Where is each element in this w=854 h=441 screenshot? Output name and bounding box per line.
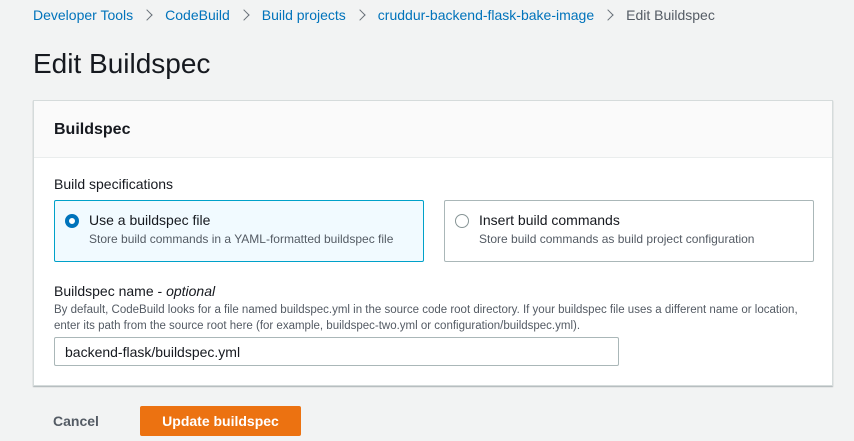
cancel-button[interactable]: Cancel — [33, 406, 119, 436]
radio-unselected-icon[interactable] — [455, 214, 469, 228]
chevron-right-icon — [602, 9, 614, 21]
page-title: Edit Buildspec — [33, 48, 211, 79]
breadcrumb-codebuild[interactable]: CodeBuild — [165, 6, 230, 24]
buildspec-name-input[interactable] — [54, 337, 619, 366]
update-buildspec-button[interactable]: Update buildspec — [140, 406, 301, 436]
optional-tag: optional — [166, 283, 216, 299]
breadcrumb-current: Edit Buildspec — [626, 7, 715, 23]
breadcrumb-build-projects[interactable]: Build projects — [262, 6, 346, 24]
radio-selected-icon[interactable] — [65, 214, 79, 228]
breadcrumb: Developer Tools CodeBuild Build projects… — [33, 6, 715, 24]
breadcrumb-project[interactable]: cruddur-backend-flask-bake-image — [378, 6, 594, 24]
panel-title: Buildspec — [54, 121, 131, 138]
panel-header: Buildspec — [34, 101, 832, 158]
buildspec-name-help: By default, CodeBuild looks for a file n… — [54, 304, 798, 332]
build-specifications-label: Build specifications — [54, 176, 174, 192]
buildspec-name-label: Buildspec name - optional — [54, 283, 216, 299]
option-description: Store build commands as build project co… — [479, 232, 755, 246]
use-buildspec-file-option[interactable]: Use a buildspec file Store build command… — [54, 200, 424, 262]
insert-build-commands-option[interactable]: Insert build commands Store build comman… — [444, 200, 814, 262]
option-description: Store build commands in a YAML-formatted… — [89, 232, 394, 246]
chevron-right-icon — [354, 9, 366, 21]
chevron-right-icon — [238, 9, 250, 21]
option-title: Use a buildspec file — [89, 212, 211, 228]
buildspec-name-label-text: Buildspec name — [54, 283, 154, 299]
chevron-right-icon — [141, 9, 153, 21]
breadcrumb-developer-tools[interactable]: Developer Tools — [33, 6, 133, 24]
option-title: Insert build commands — [479, 212, 620, 228]
buildspec-panel: Buildspec Build specifications Use a bui… — [33, 100, 833, 386]
